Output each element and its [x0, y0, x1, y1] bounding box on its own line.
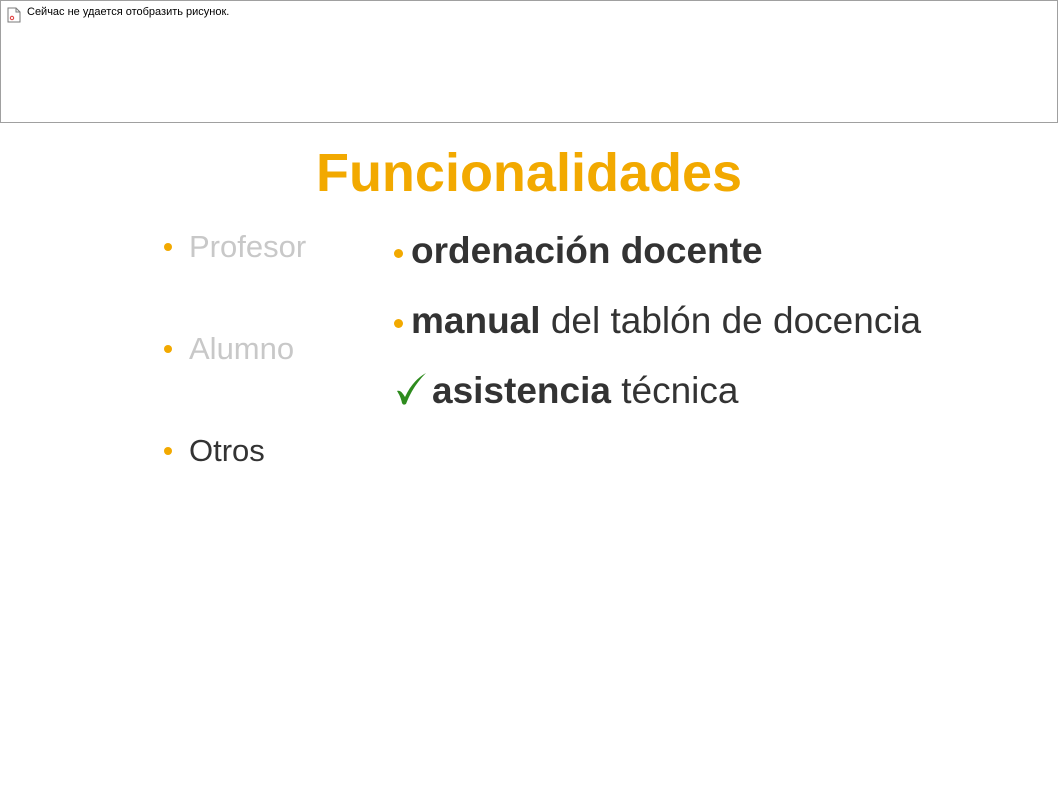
list-item-label: Profesor [189, 229, 307, 264]
list-item-text: del tablón de docencia [540, 300, 922, 341]
list-item-manual: manual del tablón de docencia [394, 294, 921, 348]
check-icon [397, 373, 426, 405]
list-item-text: técnica [610, 370, 739, 411]
slide-title: Funcionalidades [315, 143, 743, 203]
list-item-asistencia: asistencia técnica [394, 364, 738, 418]
bullet-icon [164, 242, 172, 251]
list-item-alumno: Alumno [164, 324, 294, 374]
broken-image-placeholder: Сейчас не удается отобразить рисунок. [0, 0, 1058, 123]
broken-image-message: Сейчас не удается отобразить рисунок. [27, 6, 230, 18]
list-item-ordenacion: ordenación docente [394, 224, 763, 278]
broken-image-icon [7, 7, 21, 23]
bullet-icon [164, 344, 172, 353]
list-item-otros: Otros [164, 426, 265, 476]
bullet-icon [394, 248, 403, 258]
list-item-profesor: Profesor [164, 222, 306, 272]
list-item-label: Otros [189, 433, 265, 468]
bullet-icon [164, 446, 172, 455]
list-item-bold-text: asistencia [432, 370, 611, 411]
list-item-label: Alumno [189, 331, 295, 366]
bullet-icon [394, 318, 403, 328]
list-item-bold-text: ordenación docente [411, 230, 763, 271]
list-item-bold-text: manual [411, 300, 541, 341]
